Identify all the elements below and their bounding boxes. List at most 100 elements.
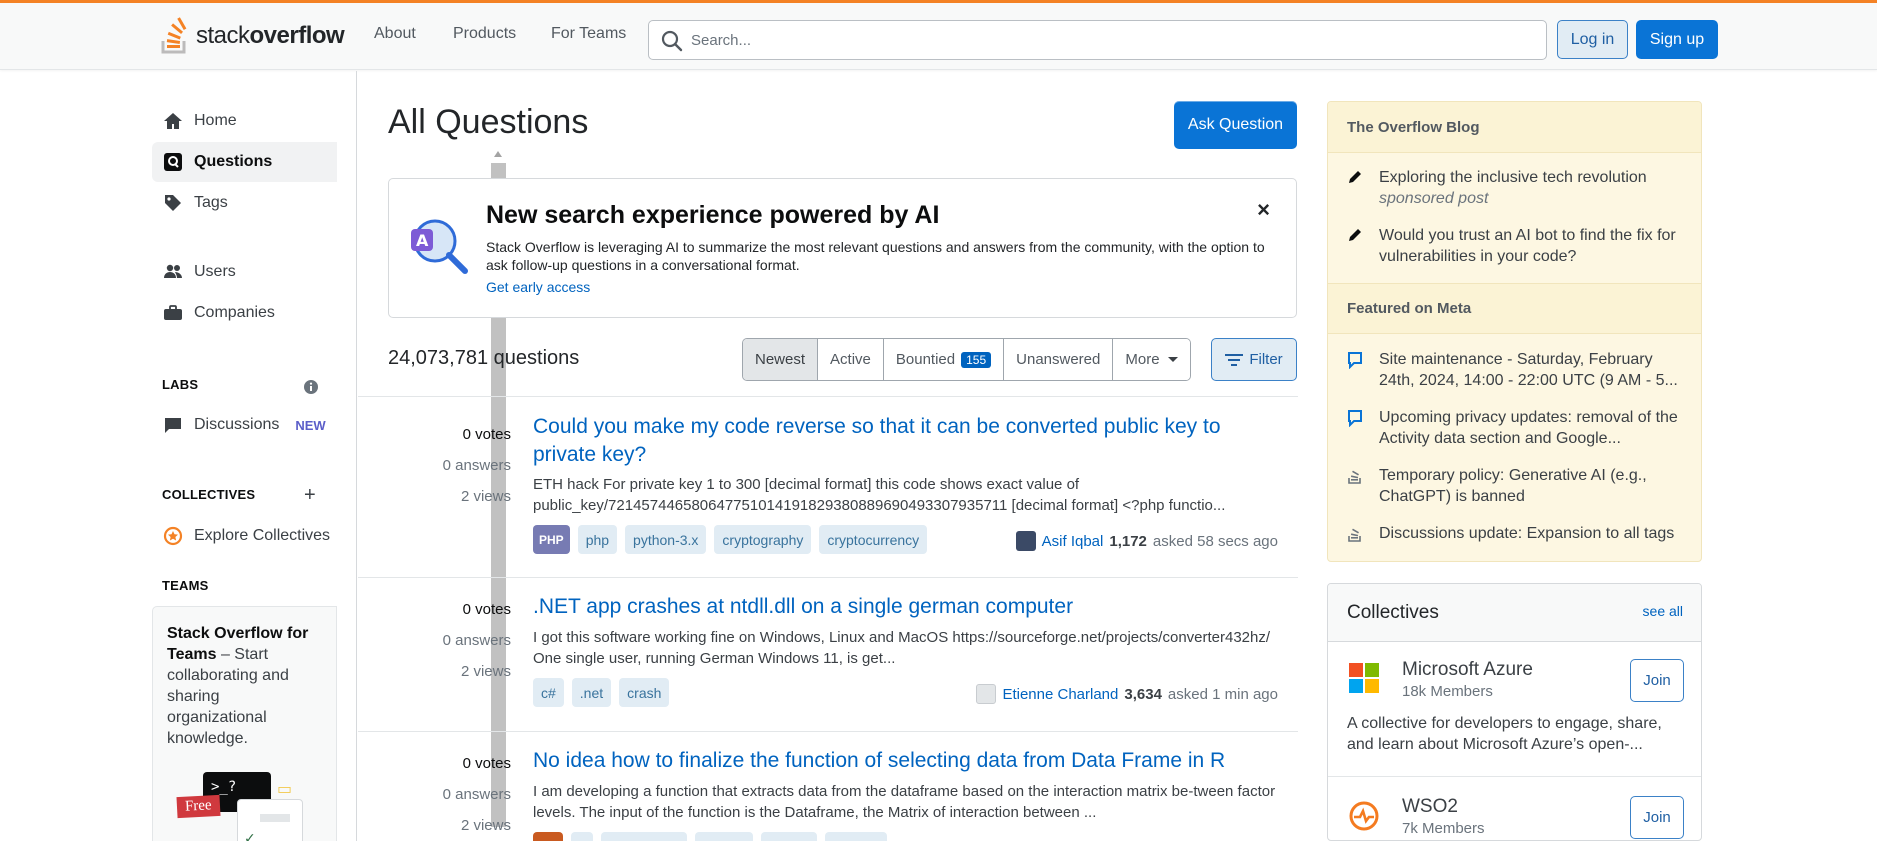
answer-count: 0 answers [442, 786, 511, 803]
discussions-icon [162, 414, 184, 436]
collective-name[interactable]: Microsoft Azure [1402, 659, 1533, 681]
sidebar-item-home[interactable]: Home [152, 101, 337, 141]
overflow-blog-widget: The Overflow Blog Exploring the inclusiv… [1327, 101, 1702, 562]
sidebar-item-users[interactable]: Users [152, 252, 337, 292]
author-name[interactable]: Asif Iqbal [1042, 533, 1104, 550]
filter-button[interactable]: Filter [1211, 338, 1297, 381]
tab-newest[interactable]: Newest [743, 339, 819, 380]
signup-button[interactable]: Sign up [1636, 20, 1718, 59]
tag-item[interactable] [601, 832, 687, 841]
join-button[interactable]: Join [1630, 796, 1684, 839]
nav-products[interactable]: Products [453, 25, 516, 43]
logo-text-bold: overflow [249, 22, 345, 49]
sidebar-item-explore-collectives[interactable]: Explore Collectives [152, 516, 337, 556]
ai-search-banner: A New search experience powered by AI St… [388, 178, 1297, 318]
blog-item[interactable]: Exploring the inclusive tech revolution s… [1347, 167, 1687, 209]
tab-unanswered[interactable]: Unanswered [1004, 339, 1114, 380]
blog-item-text: Exploring the inclusive tech revolution s… [1379, 167, 1647, 209]
stack-overflow-logo[interactable]: stackoverflow [160, 16, 345, 56]
left-sidebar: Home Questions Tags Users Companies LABS… [152, 71, 507, 841]
sidebar-item-companies[interactable]: Companies [152, 293, 337, 333]
vote-count: 0 votes [462, 601, 511, 618]
sidebar-item-discussions[interactable]: Discussions NEW [152, 405, 337, 445]
tag-item[interactable] [825, 832, 887, 841]
question-author: Etienne Charland 3,634 asked 1 min ago [976, 684, 1278, 704]
tab-more[interactable]: More [1113, 339, 1190, 380]
blog-item[interactable]: Would you trust an AI bot to find the fi… [1347, 225, 1687, 267]
collectives-icon [162, 525, 184, 547]
users-icon [162, 261, 184, 283]
teams-promo-text: Stack Overflow for Teams – Start collabo… [167, 623, 322, 749]
info-icon[interactable] [303, 379, 319, 398]
tab-bountied[interactable]: Bountied 155 [883, 339, 1005, 380]
meta-item[interactable]: Discussions update: Expansion to all tag… [1347, 523, 1687, 549]
nav-about[interactable]: About [374, 25, 416, 43]
collective-description: A collective for developers to engage, s… [1347, 715, 1662, 753]
meta-item-text: Site maintenance - Saturday, February 24… [1379, 351, 1678, 389]
new-badge: NEW [295, 417, 326, 433]
vote-count: 0 votes [462, 755, 511, 772]
question-excerpt: I am developing a function that extracts… [533, 783, 1276, 821]
tab-active[interactable]: Active [818, 339, 884, 380]
top-bar: stackoverflow About Products For Teams L… [0, 0, 1877, 70]
search-bar[interactable] [648, 20, 1547, 60]
checklist-line [260, 814, 290, 822]
add-collective-icon[interactable]: + [304, 484, 316, 507]
bounty-count-badge: 155 [961, 351, 992, 368]
tag-cryptocurrency[interactable]: cryptocurrency [819, 525, 928, 554]
tag-cryptography[interactable]: cryptography [714, 525, 812, 554]
tag-csharp[interactable]: c# [533, 678, 564, 707]
question-title[interactable]: Could you make my code reverse so that i… [533, 413, 1273, 469]
blog-title: The Overflow Blog [1328, 102, 1701, 153]
sidebar-item-tags[interactable]: Tags [152, 183, 337, 223]
chat-icon [1347, 407, 1371, 449]
sidebar-item-label: Home [194, 112, 237, 129]
close-icon[interactable]: × [1257, 197, 1270, 223]
tag-crash[interactable]: crash [619, 678, 670, 707]
login-button[interactable]: Log in [1557, 20, 1628, 59]
tag-dotnet[interactable]: .net [571, 678, 612, 707]
tag-list: c# .net crash [533, 678, 670, 707]
nav-for-teams[interactable]: For Teams [551, 25, 626, 43]
question-title[interactable]: .NET app crashes at ntdll.dll on a singl… [533, 593, 1273, 621]
tag-php[interactable]: php [577, 525, 618, 554]
avatar[interactable] [976, 684, 997, 704]
question-author: Asif Iqbal 1,172 asked 58 secs ago [1015, 531, 1278, 551]
tab-bountied-label: Bountied [895, 351, 956, 368]
tag-badge[interactable] [533, 832, 563, 841]
sidebar-item-label: Tags [194, 194, 228, 211]
blog-item-title: Would you trust an AI bot to find the fi… [1379, 227, 1676, 265]
meta-item[interactable]: Temporary policy: Generative AI (e.g., C… [1347, 465, 1687, 507]
tag-php-badge[interactable]: PHP [533, 525, 570, 554]
meta-item[interactable]: Site maintenance - Saturday, February 24… [1347, 349, 1687, 391]
vote-count: 0 votes [462, 426, 511, 443]
avatar[interactable] [1015, 531, 1036, 551]
question-stats: 0 votes 0 answers 2 views [443, 594, 511, 687]
sort-tabs: Newest Active Bountied 155 Unanswered Mor… [742, 338, 1191, 381]
tag-item[interactable] [761, 832, 817, 841]
collective-members: 18k Members [1402, 683, 1493, 700]
meta-item-text: Upcoming privacy updates: removal of the… [1379, 409, 1678, 447]
featured-meta-title: Featured on Meta [1328, 283, 1701, 334]
tag-icon [162, 192, 184, 214]
tag-python[interactable]: python-3.x [625, 525, 707, 554]
join-button[interactable]: Join [1630, 659, 1684, 702]
see-all-link[interactable]: see all [1643, 603, 1683, 619]
tag-item[interactable] [571, 832, 593, 841]
pencil-icon [1347, 167, 1371, 209]
ask-question-button[interactable]: Ask Question [1174, 101, 1297, 149]
question-title[interactable]: No idea how to finalize the function of … [533, 747, 1293, 775]
collectives-widget: Collectives see all Microsoft Azure 18k … [1327, 583, 1702, 841]
collective-name[interactable]: WSO2 [1402, 796, 1458, 818]
search-input[interactable] [691, 31, 1546, 49]
filter-label: Filter [1249, 351, 1283, 368]
sidebar-item-questions[interactable]: Questions [152, 142, 337, 182]
stack-overflow-logo-icon [161, 17, 187, 54]
tag-item[interactable] [695, 832, 753, 841]
meta-item[interactable]: Upcoming privacy updates: removal of the… [1347, 407, 1687, 449]
wso2-logo-icon [1349, 801, 1379, 831]
main-content: All Questions Ask Question A New search … [358, 71, 1298, 841]
asked-time: asked 58 secs ago [1152, 532, 1278, 550]
author-name[interactable]: Etienne Charland [1002, 686, 1118, 703]
get-early-access-link[interactable]: Get early access [486, 279, 590, 295]
